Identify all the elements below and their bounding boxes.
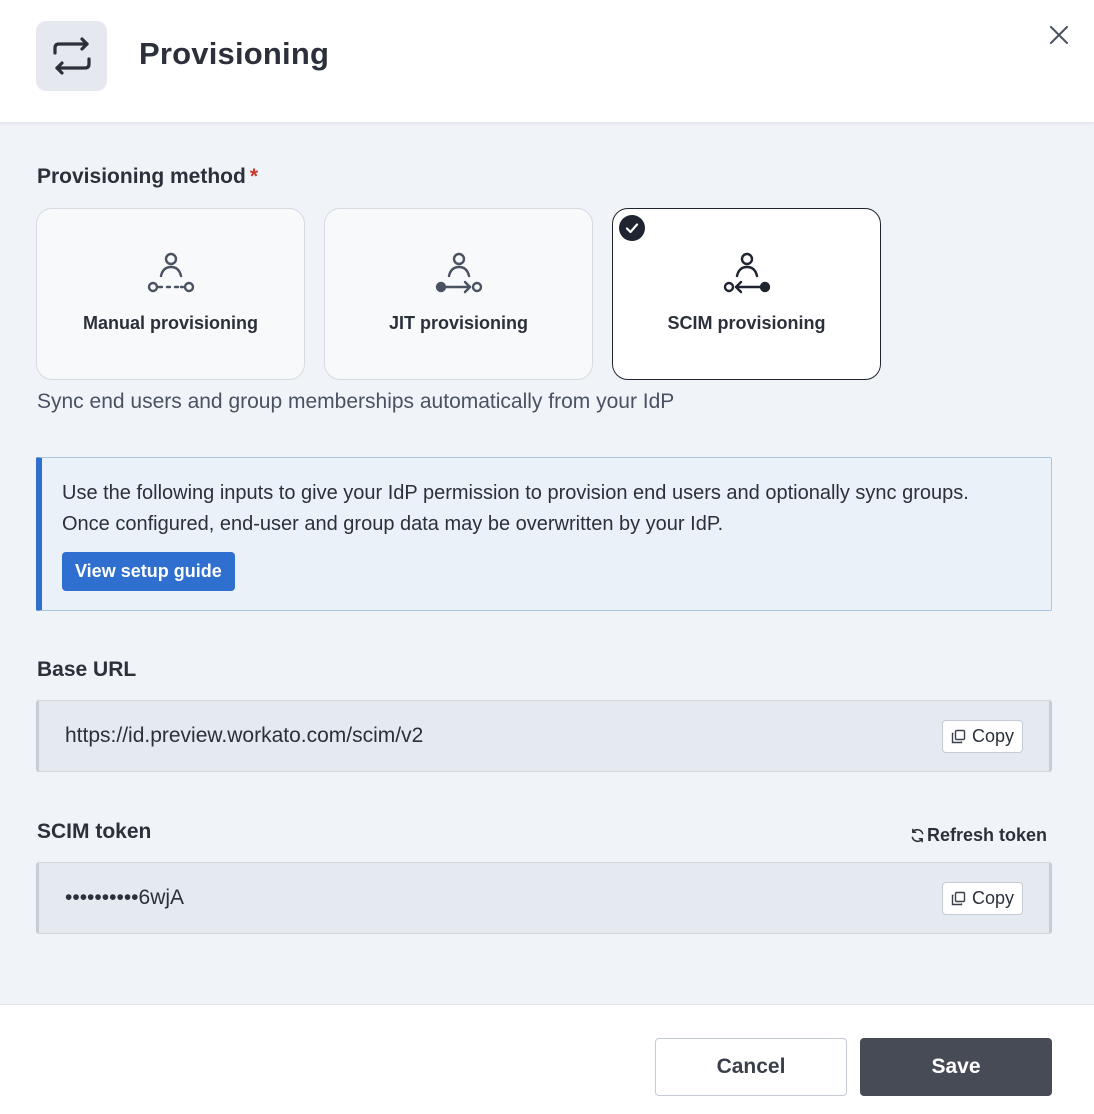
method-description: Sync end users and group memberships aut… [37, 390, 675, 413]
selected-check-icon [619, 215, 645, 241]
info-text: Use the following inputs to give your Id… [62, 478, 1042, 540]
base-url-field[interactable]: https://id.preview.workato.com/scim/v2 C… [36, 700, 1052, 772]
copy-icon [951, 729, 966, 744]
copy-label: Copy [971, 726, 1014, 746]
modal-title: Provisioning [139, 36, 330, 71]
info-callout: Use the following inputs to give your Id… [36, 457, 1052, 611]
jit-provisioning-icon [435, 252, 482, 294]
scim-token-label: SCIM token [37, 820, 152, 843]
option-scim-provisioning[interactable]: SCIM provisioning [612, 208, 881, 380]
modal-header: Provisioning [0, 0, 1094, 123]
copy-icon [951, 891, 966, 906]
refresh-icon [911, 828, 924, 843]
provisioning-method-label: Provisioning method * [37, 165, 258, 189]
info-line-1: Use the following inputs to give your Id… [62, 482, 969, 504]
cancel-button[interactable]: Cancel [655, 1038, 847, 1096]
option-label: SCIM provisioning [667, 313, 826, 333]
required-marker: * [249, 165, 259, 188]
info-line-2: Once configured, end-user and group data… [62, 513, 724, 535]
scim-token-field[interactable]: ••••••••••6wjA Copy [36, 862, 1052, 934]
copy-base-url-button[interactable]: Copy [941, 720, 1023, 753]
modal-footer: Cancel Save [0, 1004, 1094, 1114]
provisioning-modal: Provisioning Provisioning method * Manual… [0, 0, 1094, 1114]
scim-token-value: ••••••••••6wjA [65, 886, 185, 909]
refresh-token-button[interactable]: Refresh token [910, 825, 1047, 846]
provisioning-method-text: Provisioning method [37, 165, 246, 188]
option-label: Manual provisioning [82, 313, 258, 333]
base-url-label: Base URL [37, 658, 137, 681]
base-url-value: https://id.preview.workato.com/scim/v2 [65, 724, 424, 747]
copy-label: Copy [971, 888, 1014, 908]
copy-scim-token-button[interactable]: Copy [941, 882, 1023, 915]
view-setup-guide-button[interactable]: View setup guide [62, 552, 235, 591]
swap-arrows-icon [36, 21, 107, 91]
refresh-token-label: Refresh token [927, 825, 1048, 845]
save-button[interactable]: Save [860, 1038, 1052, 1096]
scim-provisioning-icon [723, 252, 770, 294]
manual-provisioning-icon [147, 252, 194, 293]
close-icon[interactable] [1044, 20, 1074, 50]
option-jit-provisioning[interactable]: JIT provisioning [324, 208, 593, 380]
option-manual-provisioning[interactable]: Manual provisioning [36, 208, 305, 380]
option-label: JIT provisioning [388, 313, 528, 333]
